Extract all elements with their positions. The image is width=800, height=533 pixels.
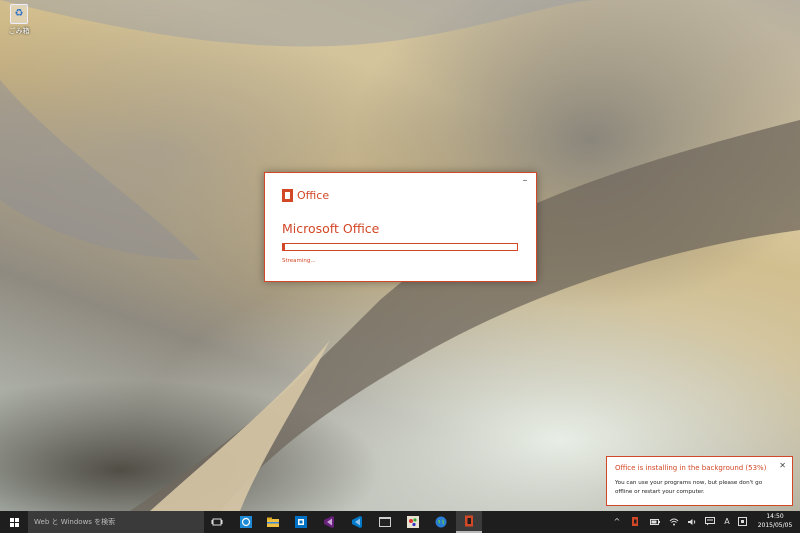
office-brand-label: Office <box>297 189 330 202</box>
folder-icon <box>267 517 279 527</box>
tray-volume-button[interactable] <box>685 511 699 533</box>
taskbar-app-console[interactable] <box>372 511 398 533</box>
notification-body: You can use your programs now, but pleas… <box>615 480 763 495</box>
wifi-icon <box>669 518 679 525</box>
clock-time: 14:50 <box>766 513 784 520</box>
install-notification[interactable]: Office is installing in the background (… <box>606 456 793 506</box>
tray-power-button[interactable] <box>648 511 662 533</box>
dialog-title: Microsoft Office <box>282 221 380 236</box>
clock-date: 2015/05/05 <box>757 521 793 529</box>
taskbar-app-file-explorer[interactable] <box>260 511 286 533</box>
visual-studio-icon <box>324 516 334 528</box>
taskbar-app-outlook[interactable] <box>288 511 314 533</box>
speaker-icon <box>688 518 696 525</box>
install-status-text: Streaming... <box>282 258 316 264</box>
tray-ime-button[interactable]: A <box>720 511 734 533</box>
office-tray-icon <box>632 517 638 526</box>
tray-ime-pad-button[interactable] <box>736 511 748 533</box>
vs-code-icon <box>352 516 362 528</box>
show-hidden-icons-button[interactable]: ^ <box>610 511 624 533</box>
install-progress-fill <box>283 244 286 250</box>
taskbar-clock[interactable]: 14:50 2015/05/05 <box>752 513 798 530</box>
action-center-icon <box>705 517 715 526</box>
notification-title: Office is installing in the background (… <box>615 464 767 472</box>
taskbar-app-browser[interactable] <box>233 511 259 533</box>
notification-close-button[interactable]: ✕ <box>779 461 786 470</box>
battery-icon <box>650 518 660 525</box>
taskbar: Web と Windows を検索 ^ A 14:50 2015/05/05 <box>0 511 800 533</box>
desktop-icon-recycle-bin[interactable]: ♻ ごみ箱 <box>6 4 32 36</box>
desktop-icon-label: ごみ箱 <box>8 27 30 35</box>
windows-logo-icon <box>9 517 19 527</box>
taskbar-app-vs-code[interactable] <box>344 511 370 533</box>
office-logo-icon <box>282 189 293 202</box>
taskbar-app-office[interactable] <box>456 511 482 533</box>
tray-office-button[interactable] <box>628 511 642 533</box>
office-install-dialog: – Office Microsoft Office Streaming... <box>264 172 537 282</box>
taskbar-search-box[interactable]: Web と Windows を検索 <box>28 511 204 533</box>
browser-icon <box>240 516 252 528</box>
tray-action-center-button[interactable] <box>703 511 717 533</box>
office-brand: Office <box>282 189 329 202</box>
paint-icon <box>407 516 419 528</box>
taskbar-app-paint[interactable] <box>400 511 426 533</box>
ime-pad-icon <box>737 517 747 526</box>
start-button[interactable] <box>0 511 28 533</box>
recycle-bin-icon: ♻ <box>10 4 28 24</box>
globe-icon <box>435 516 447 528</box>
taskbar-app-visual-studio[interactable] <box>316 511 342 533</box>
minimize-button[interactable]: – <box>520 176 530 187</box>
outlook-icon <box>295 516 307 528</box>
task-view-button[interactable] <box>204 511 230 533</box>
install-progress-bar <box>282 243 518 251</box>
tray-network-button[interactable] <box>667 511 681 533</box>
task-view-icon <box>211 518 223 526</box>
console-icon <box>379 517 391 527</box>
office-icon <box>465 515 473 527</box>
taskbar-app-globe[interactable] <box>428 511 454 533</box>
desktop: ♻ ごみ箱 – Office Microsoft Office Streamin… <box>0 0 800 511</box>
